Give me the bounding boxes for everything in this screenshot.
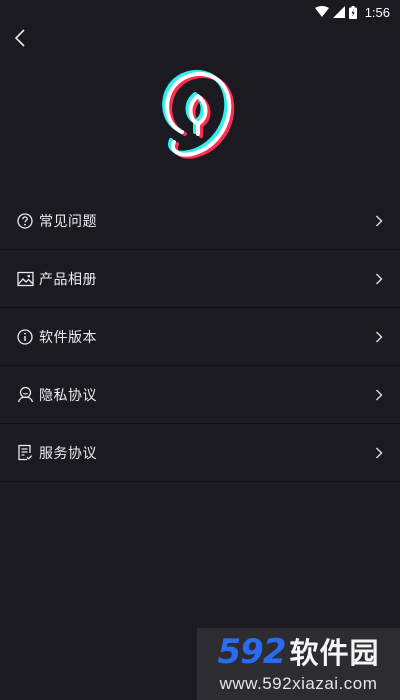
menu-item-label: 隐私协议 bbox=[39, 387, 97, 404]
question-circle-icon bbox=[16, 212, 34, 230]
back-button[interactable] bbox=[8, 26, 32, 54]
menu-item-privacy[interactable]: 隐私协议 bbox=[0, 366, 400, 424]
chevron-right-icon bbox=[374, 388, 384, 402]
menu-item-label: 软件版本 bbox=[39, 329, 97, 346]
settings-menu: 常见问题 产品相册 软件版本 隐私协议 服务协议 bbox=[0, 192, 400, 482]
chevron-right-icon bbox=[374, 214, 384, 228]
menu-item-faq[interactable]: 常见问题 bbox=[0, 192, 400, 250]
user-icon bbox=[16, 386, 34, 404]
site-watermark: 592 软件园 www.592xiazai.com bbox=[197, 628, 400, 700]
chevron-left-icon bbox=[14, 29, 26, 51]
watermark-number: 592 bbox=[217, 631, 287, 672]
chevron-right-icon bbox=[374, 272, 384, 286]
menu-item-service[interactable]: 服务协议 bbox=[0, 424, 400, 482]
document-icon bbox=[16, 444, 34, 462]
wifi-icon bbox=[314, 6, 329, 18]
menu-item-label: 服务协议 bbox=[39, 445, 97, 462]
menu-item-version[interactable]: 软件版本 bbox=[0, 308, 400, 366]
watermark-text: 软件园 bbox=[289, 635, 380, 670]
chevron-right-icon bbox=[374, 446, 384, 460]
info-circle-icon bbox=[16, 328, 34, 346]
header bbox=[0, 24, 400, 200]
chevron-right-icon bbox=[374, 330, 384, 344]
signal-icon bbox=[332, 6, 345, 18]
battery-icon bbox=[348, 5, 357, 19]
app-logo-icon bbox=[160, 62, 240, 162]
menu-item-label: 常见问题 bbox=[39, 213, 97, 230]
menu-item-album[interactable]: 产品相册 bbox=[0, 250, 400, 308]
watermark-url: www.592xiazai.com bbox=[219, 673, 378, 693]
menu-item-label: 产品相册 bbox=[39, 271, 97, 288]
status-time: 1:56 bbox=[364, 4, 390, 20]
status-bar: 1:56 bbox=[0, 0, 400, 24]
image-icon bbox=[16, 270, 34, 288]
watermark-logo: 592 软件园 bbox=[218, 635, 380, 669]
